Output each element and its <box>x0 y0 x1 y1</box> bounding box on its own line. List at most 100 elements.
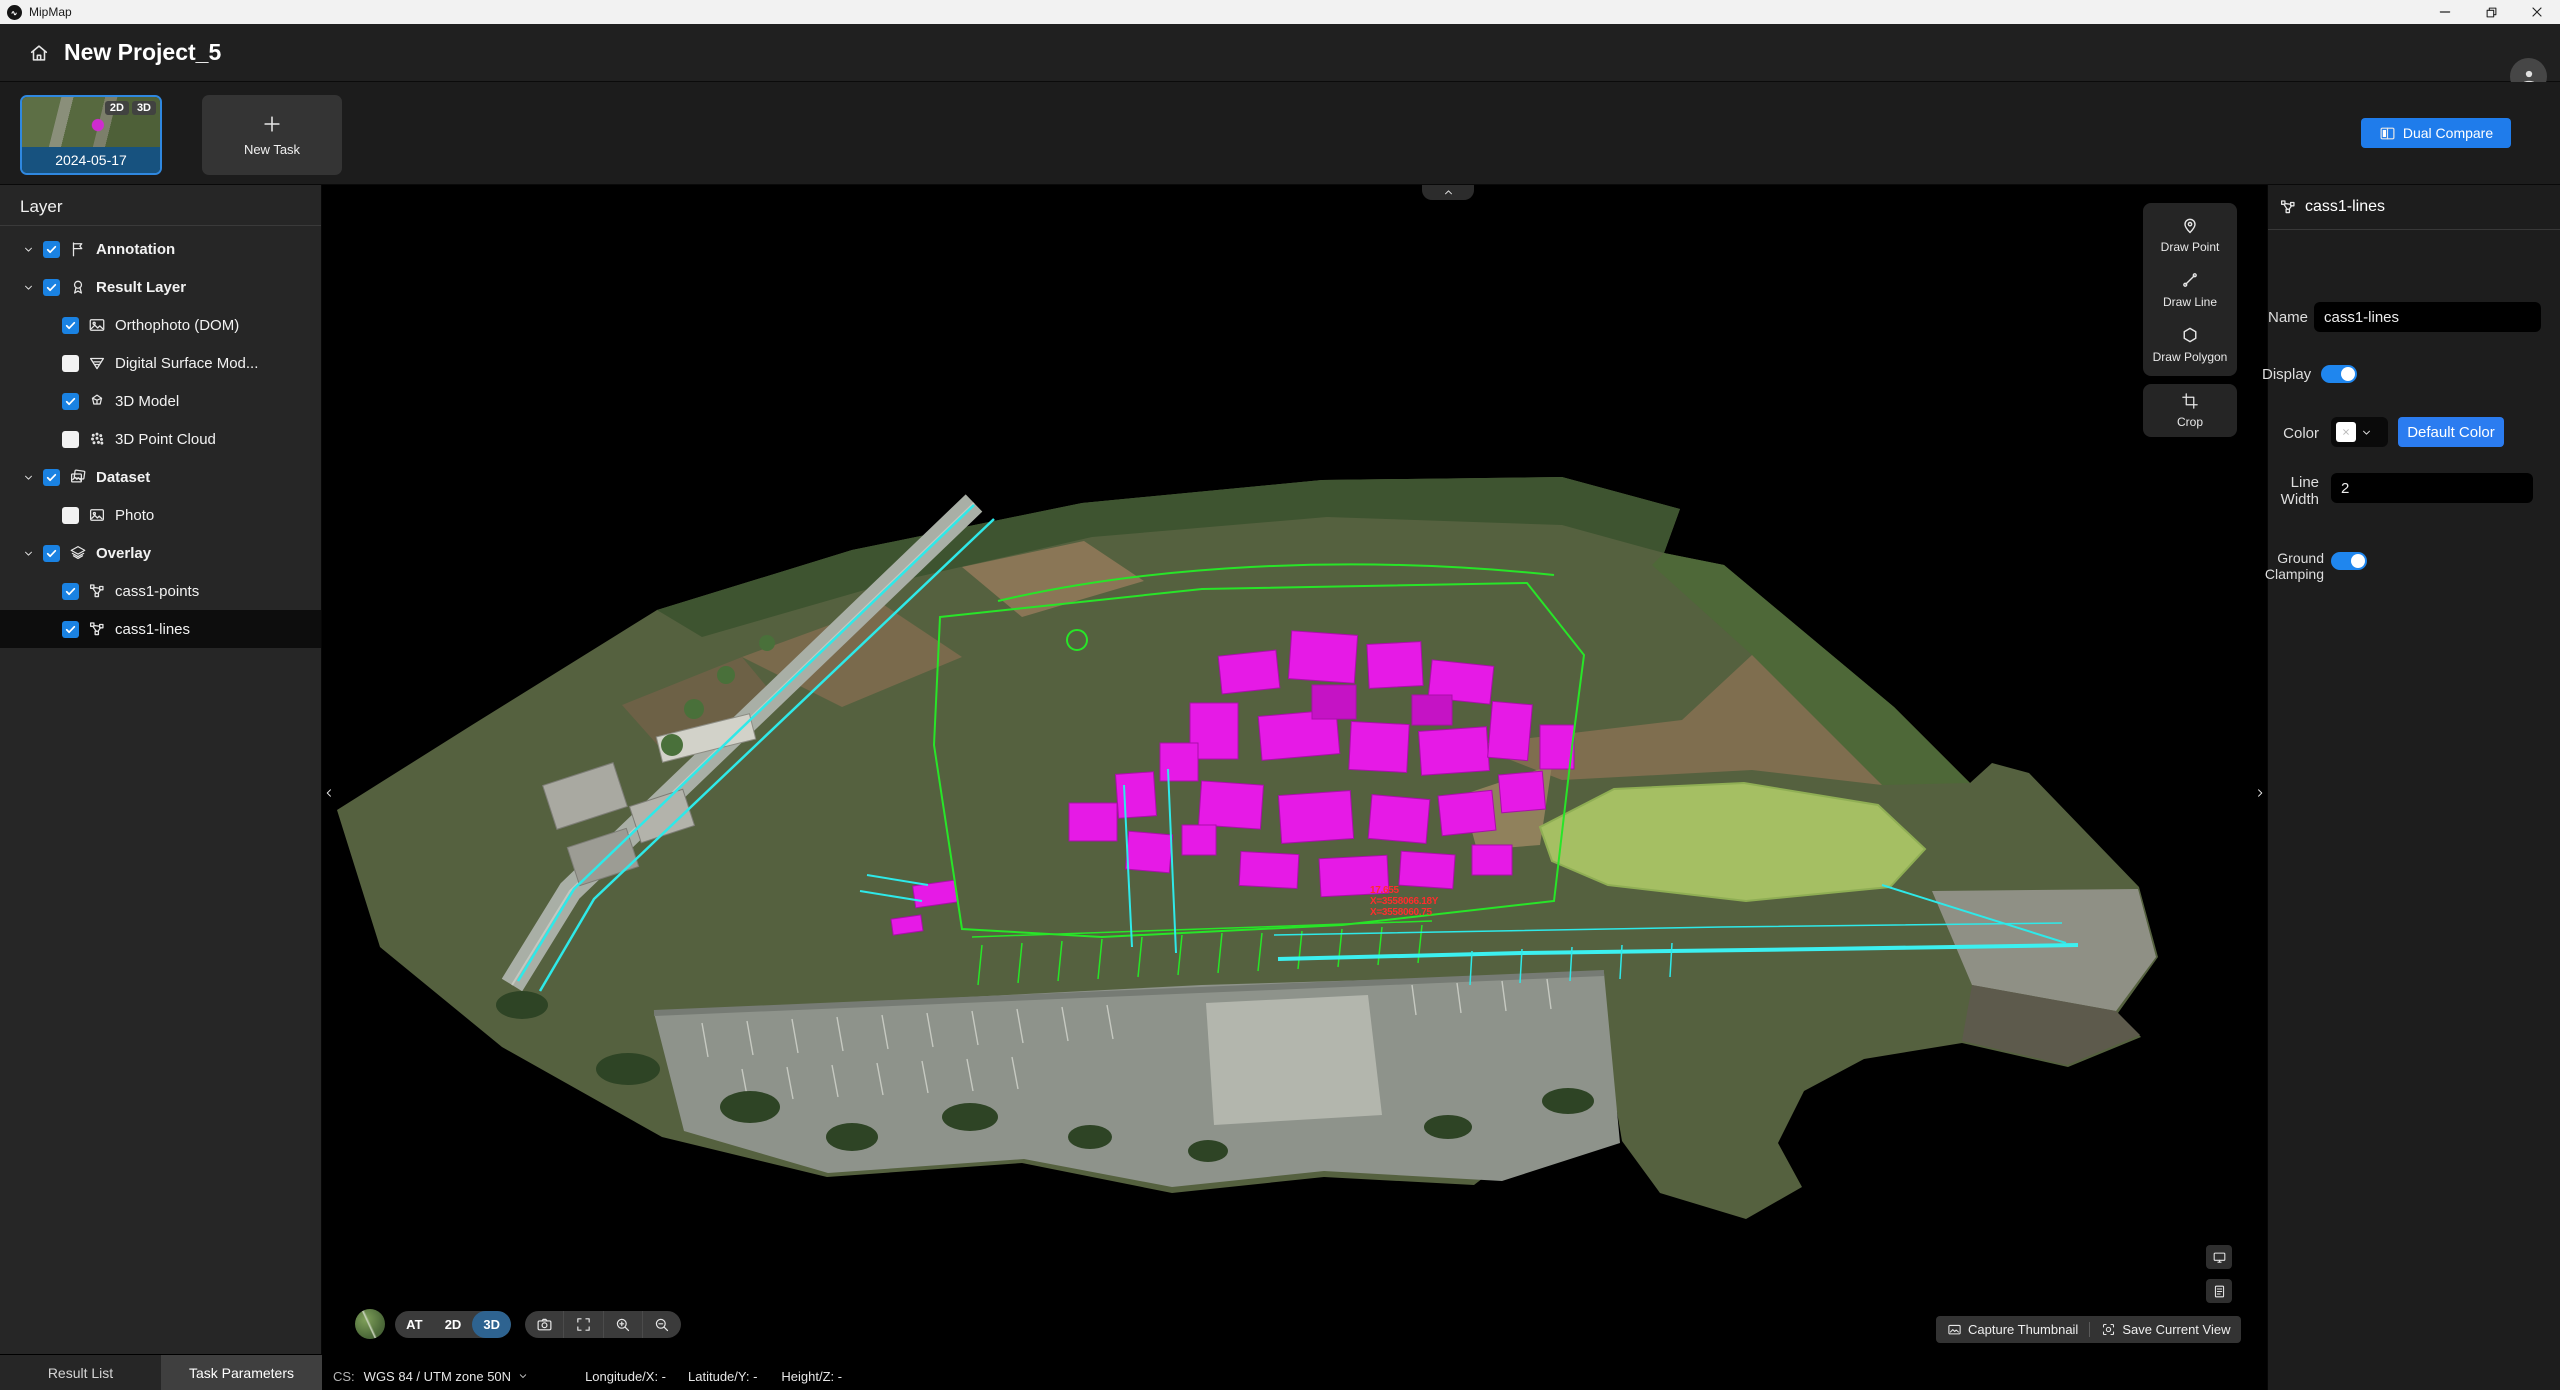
checkbox-cass1-lines[interactable] <box>62 621 79 638</box>
color-label: Color <box>2268 425 2319 442</box>
app-header: New Project_5 <box>0 24 2560 82</box>
draw-polygon-button[interactable]: Draw Polygon <box>2143 325 2237 364</box>
home-icon[interactable] <box>28 42 50 64</box>
checkbox-dataset[interactable] <box>43 469 60 486</box>
app-logo <box>7 5 22 20</box>
close-button[interactable] <box>2514 0 2560 24</box>
layer-item-3d-model[interactable]: 3D Model <box>0 382 321 420</box>
layer-item-cass1-lines[interactable]: cass1-lines <box>0 610 321 648</box>
save-current-view-button[interactable]: Save Current View <box>2090 1316 2241 1343</box>
fit-extent-button[interactable] <box>563 1311 602 1338</box>
chevron-down-icon <box>2360 426 2373 439</box>
zoom-in-icon <box>614 1316 631 1333</box>
checkbox-result-layer[interactable] <box>43 279 60 296</box>
scene-info-button[interactable] <box>2206 1279 2232 1303</box>
tab-task-parameters[interactable]: Task Parameters <box>161 1355 322 1390</box>
line-width-label: Line Width <box>2268 475 2319 508</box>
new-task-button[interactable]: New Task <box>202 95 342 175</box>
draw-line-button[interactable]: Draw Line <box>2143 270 2237 309</box>
task-card[interactable]: 2D 3D 2024-05-17 <box>20 95 162 175</box>
mode-2d-button[interactable]: 2D <box>434 1311 473 1338</box>
checkbox-photo[interactable] <box>62 507 79 524</box>
dsm-icon <box>88 354 106 372</box>
checkbox-overlay[interactable] <box>43 545 60 562</box>
layer-item-dataset[interactable]: Dataset <box>0 458 321 496</box>
layer-item-orthophoto-dom[interactable]: Orthophoto (DOM) <box>0 306 321 344</box>
tab-result-list[interactable]: Result List <box>0 1355 161 1390</box>
layer-item-3d-point-cloud[interactable]: 3D Point Cloud <box>0 420 321 458</box>
inspector-panel: cass1-lines Name Display Color Default C… <box>2267 185 2560 1390</box>
layer-label: 3D Point Cloud <box>115 431 216 448</box>
ground-clamping-toggle[interactable] <box>2331 552 2367 570</box>
pointcloud-icon <box>88 430 106 448</box>
minimize-button[interactable] <box>2422 0 2468 24</box>
checkbox-orthophoto-dom[interactable] <box>62 317 79 334</box>
line-width-input[interactable] <box>2331 473 2533 503</box>
draw-toolbar: Draw Point Draw Line Draw Polygon Crop <box>2143 203 2237 437</box>
crop-button[interactable]: Crop <box>2143 392 2237 429</box>
app-title: MipMap <box>29 5 72 19</box>
cs-value[interactable]: WGS 84 / UTM zone 50N <box>364 1369 511 1384</box>
image-icon <box>88 316 106 334</box>
chevron-down-icon[interactable] <box>22 547 35 560</box>
checkbox-digital-surface-mod[interactable] <box>62 355 79 372</box>
task-strip: 2D 3D 2024-05-17 New Task Dual Compare <box>0 82 2560 185</box>
checkbox-cass1-points[interactable] <box>62 583 79 600</box>
draw-point-button[interactable]: Draw Point <box>2143 215 2237 254</box>
chevron-down-icon[interactable] <box>22 243 35 256</box>
zoom-out-button[interactable] <box>642 1311 681 1338</box>
view-mode-switch: AT 2D 3D <box>395 1311 511 1338</box>
layer-item-cass1-points[interactable]: cass1-points <box>0 572 321 610</box>
collapse-right-panel-handle[interactable] <box>2253 780 2267 806</box>
capture-thumbnail-button[interactable]: Capture Thumbnail <box>1936 1316 2089 1343</box>
vector-icon <box>88 620 106 638</box>
longitude-readout: Longitude/X: - <box>585 1369 666 1384</box>
flag-icon <box>69 240 87 258</box>
screenshot-button[interactable] <box>525 1311 563 1338</box>
layer-item-photo[interactable]: Photo <box>0 496 321 534</box>
cs-dropdown-icon[interactable] <box>517 1370 529 1382</box>
default-color-button[interactable]: Default Color <box>2398 417 2504 447</box>
layer-label: Orthophoto (DOM) <box>115 317 239 334</box>
status-bar: CS: WGS 84 / UTM zone 50N Longitude/X: -… <box>322 1362 2267 1390</box>
checkbox-3d-point-cloud[interactable] <box>62 431 79 448</box>
name-input[interactable] <box>2314 302 2541 332</box>
layers-icon <box>69 544 87 562</box>
draw-line-icon <box>2180 270 2200 290</box>
page-title: New Project_5 <box>64 39 221 66</box>
layer-label: Dataset <box>96 469 150 486</box>
chevron-down-icon[interactable] <box>22 281 35 294</box>
chevron-down-icon[interactable] <box>22 471 35 484</box>
mode-3d-button[interactable]: 3D <box>472 1311 511 1338</box>
layer-label: 3D Model <box>115 393 179 410</box>
layer-item-overlay[interactable]: Overlay <box>0 534 321 572</box>
minimap-thumbnail[interactable] <box>355 1309 385 1339</box>
layer-label: cass1-points <box>115 583 199 600</box>
camera-icon <box>536 1316 553 1333</box>
crop-label: Crop <box>2177 415 2203 429</box>
layer-item-result-layer[interactable]: Result Layer <box>0 268 321 306</box>
display-toggle[interactable] <box>2321 365 2357 383</box>
task-date: 2024-05-17 <box>22 147 160 173</box>
save-view-icon <box>2101 1322 2116 1337</box>
viewer-3d-scene <box>322 185 2267 1362</box>
zoom-in-button[interactable] <box>603 1311 642 1338</box>
maximize-button[interactable] <box>2468 0 2514 24</box>
chevron-right-icon <box>2253 786 2267 800</box>
viewer-3d-canvas[interactable]: 17.655X=3558066.18YX=3558060.75 Draw Poi… <box>322 185 2267 1362</box>
collapse-top-button[interactable] <box>1422 185 1474 200</box>
fit-extent-icon <box>575 1316 592 1333</box>
collapse-left-panel-handle[interactable] <box>322 780 336 806</box>
checkbox-3d-model[interactable] <box>62 393 79 410</box>
layer-item-annotation[interactable]: Annotation <box>0 230 321 268</box>
empty-color-icon <box>2339 425 2353 439</box>
dual-compare-button[interactable]: Dual Compare <box>2361 118 2511 148</box>
checkbox-annotation[interactable] <box>43 241 60 258</box>
color-dropdown[interactable] <box>2331 417 2388 447</box>
mode-at-button[interactable]: AT <box>395 1311 434 1338</box>
layer-item-digital-surface-mod[interactable]: Digital Surface Mod... <box>0 344 321 382</box>
color-swatch <box>2336 422 2356 442</box>
zoom-out-icon <box>653 1316 670 1333</box>
divider <box>0 225 321 226</box>
minimap-toggle-button[interactable] <box>2206 1245 2232 1269</box>
